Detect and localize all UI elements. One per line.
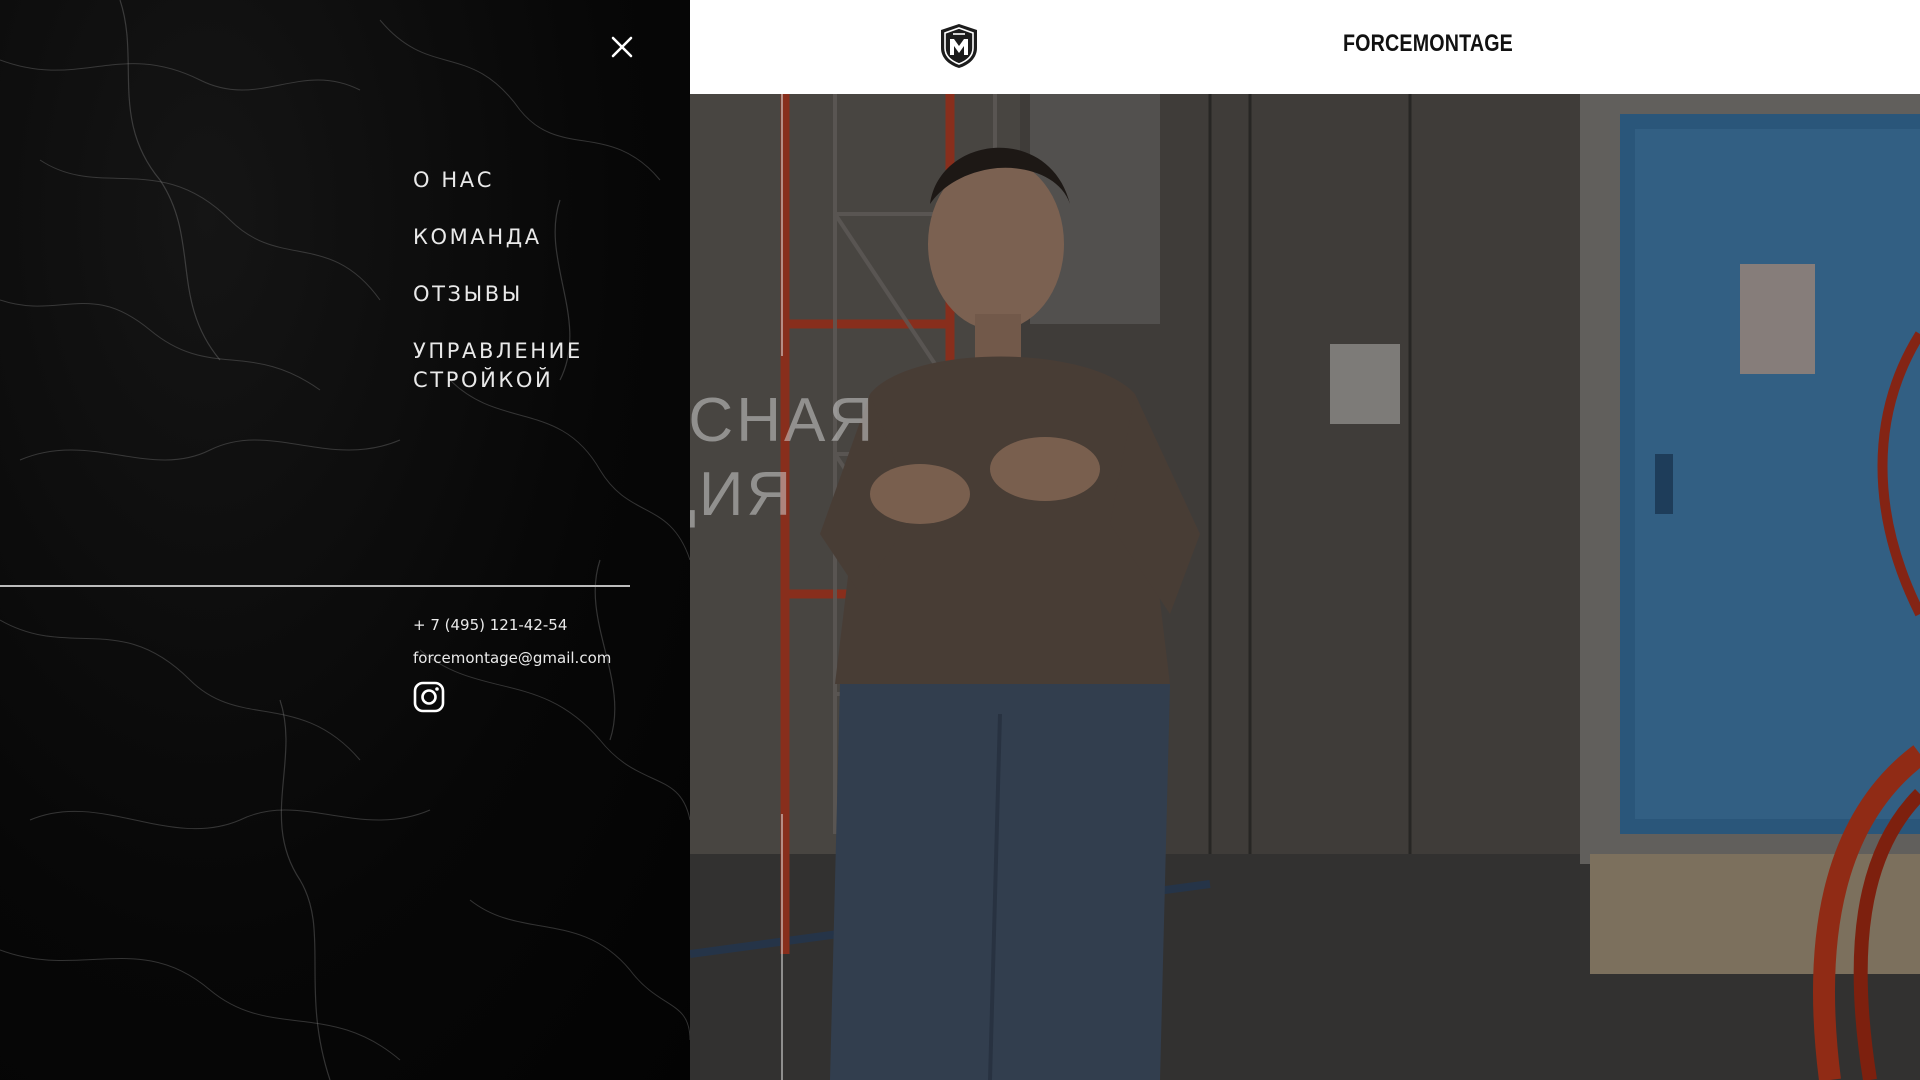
instagram-icon — [413, 681, 445, 713]
instagram-link[interactable] — [413, 681, 445, 713]
nav-item-about[interactable]: О НАС — [413, 166, 653, 195]
close-menu-button[interactable] — [608, 33, 636, 61]
site-header: FORCEMONTAGE — [690, 0, 1920, 94]
menu-nav: О НАС КОМАНДА ОТЗЫВЫ УПРАВЛЕНИЕ СТРОЙКОЙ — [413, 166, 653, 423]
hero-title: КСНАЯ ЦИЯ — [690, 384, 876, 532]
shield-logo-icon[interactable] — [938, 22, 980, 70]
phone-link[interactable]: + 7 (495) 121-42-54 — [413, 615, 611, 648]
hero-title-line-2: ЦИЯ — [690, 460, 795, 529]
nav-item-construction-management[interactable]: УПРАВЛЕНИЕ СТРОЙКОЙ — [413, 337, 653, 395]
hero-divider-line-bottom — [781, 814, 783, 1080]
marble-texture — [0, 0, 690, 1080]
brand-name[interactable]: FORCEMONTAGE — [1343, 30, 1513, 58]
hero-title-line-1: КСНАЯ — [690, 386, 877, 455]
contacts-block: + 7 (495) 121-42-54 forcemontage@gmail.c… — [413, 615, 611, 681]
nav-item-reviews[interactable]: ОТЗЫВЫ — [413, 280, 653, 309]
close-icon — [611, 36, 633, 58]
nav-item-team[interactable]: КОМАНДА — [413, 223, 653, 252]
hero-background-image — [690, 94, 1920, 1080]
email-link[interactable]: forcemontage@gmail.com — [413, 648, 611, 681]
hero-video[interactable]: КСНАЯ ЦИЯ — [690, 94, 1920, 1080]
hero-divider-line-top — [781, 94, 783, 356]
menu-divider — [0, 585, 630, 587]
page: FORCEMONTAGE СНАЯ ИЯ О НАС КОМАНДА ОТЗЫВ… — [0, 0, 1920, 1080]
side-menu: О НАС КОМАНДА ОТЗЫВЫ УПРАВЛЕНИЕ СТРОЙКОЙ… — [0, 0, 690, 1080]
